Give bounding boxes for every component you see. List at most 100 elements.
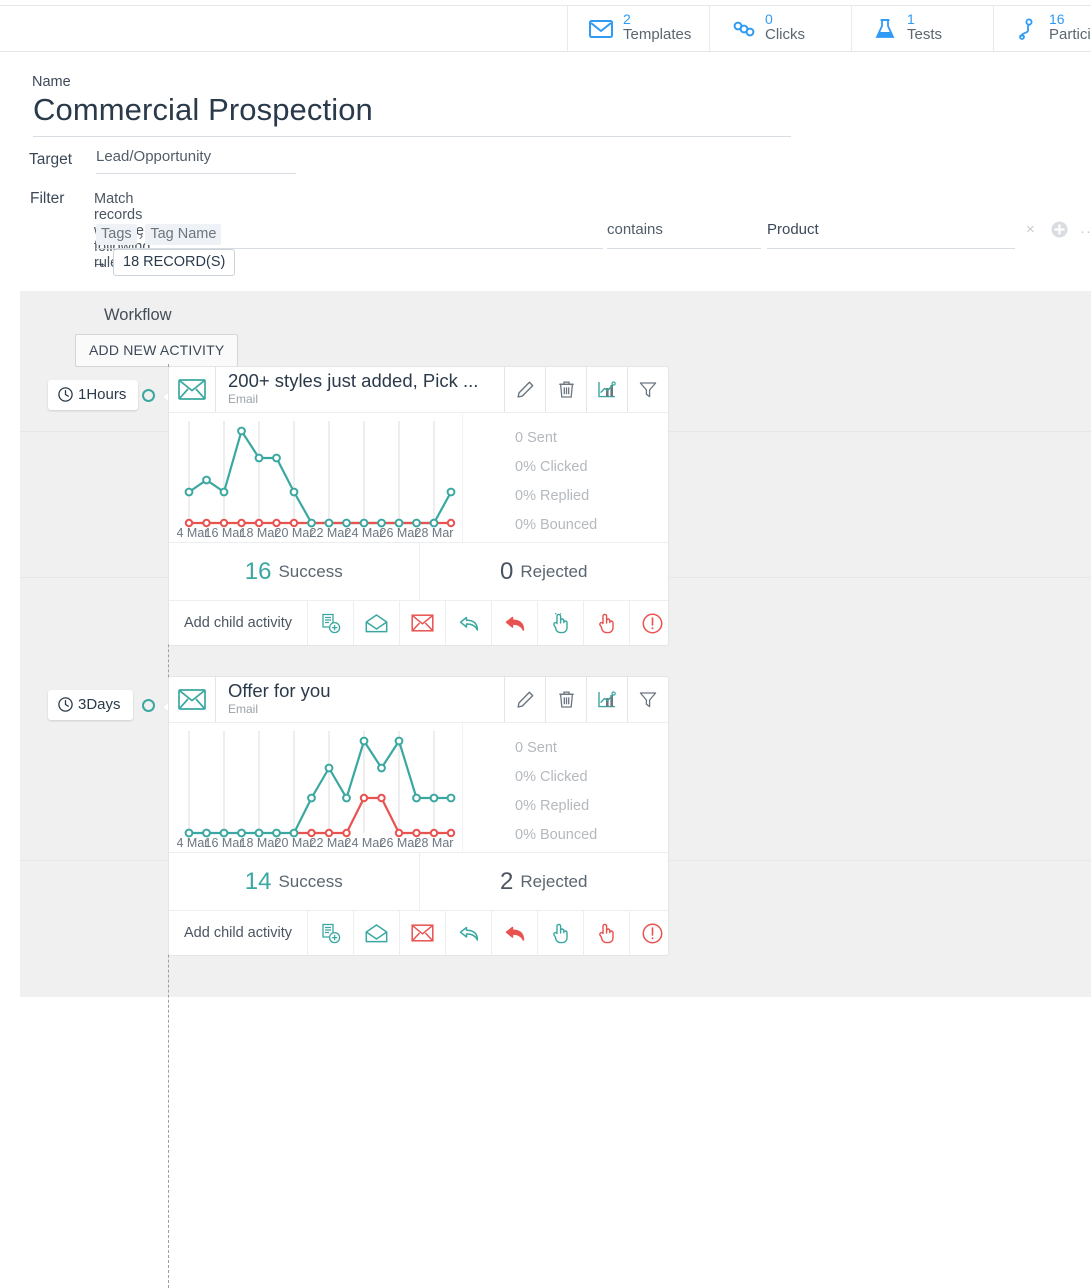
activity-kpi-row: 14 Success 2 Rejected [169, 852, 668, 910]
add-document-icon[interactable] [307, 911, 353, 955]
activity-subtitle: Email [228, 702, 259, 717]
workflow-panel: Workflow ADD NEW ACTIVITY 1Hours 200+ st… [20, 291, 1091, 1288]
report-icon[interactable] [586, 367, 627, 412]
stat-clicks[interactable]: 0 Clicks [710, 6, 852, 51]
stat-clicked: 0% Clicked [515, 769, 588, 785]
activity-card-body: 14 Mar16 Mar 18 Mar20 Mar 22 Mar24 Mar 2… [169, 412, 668, 542]
svg-text:22 Mar: 22 Mar [310, 836, 349, 850]
activity-tools-row: Add child activity [169, 910, 668, 955]
report-icon[interactable] [586, 677, 627, 722]
kpi-success: 14 Success [169, 853, 419, 910]
plus-circle-icon[interactable] [1051, 221, 1068, 238]
rule-chip-tagname[interactable]: Tag Name [145, 223, 222, 246]
filter-label: Filter [30, 190, 65, 207]
stat-bounced: 0% Bounced [515, 517, 598, 533]
mail-opened-icon[interactable] [353, 601, 399, 645]
stat-label: Particip [1049, 25, 1091, 43]
reply-icon[interactable] [445, 601, 491, 645]
stat-tests[interactable]: 1 Tests [852, 6, 994, 51]
svg-text:24 Mar: 24 Mar [345, 526, 384, 540]
campaign-name-field[interactable]: Commercial Prospection [33, 92, 791, 137]
click-red-icon[interactable] [583, 911, 629, 955]
workflow-node-dot[interactable] [142, 699, 155, 712]
rule-field-selector[interactable]: Tags › Tag Name [96, 221, 603, 249]
click-red-icon[interactable] [583, 601, 629, 645]
activity-delay-badge[interactable]: 1Hours [48, 380, 139, 410]
rule-chip-tags[interactable]: Tags [96, 223, 137, 246]
reply-red-icon[interactable] [491, 601, 537, 645]
kpi-rejected: 0 Rejected [418, 543, 669, 600]
svg-text:18 Mar: 18 Mar [240, 526, 279, 540]
rule-value-field[interactable]: Product [767, 221, 1015, 249]
activity-title-group: Offer for you Email [216, 677, 504, 722]
click-icon[interactable] [537, 911, 583, 955]
stat-label: Clicks [765, 25, 805, 43]
target-label: Target [29, 151, 73, 168]
mail-closed-icon[interactable] [399, 911, 445, 955]
records-badge[interactable]: 18 RECORD(S) [113, 249, 236, 276]
kpi-rejected: 2 Rejected [418, 853, 669, 910]
trash-icon[interactable] [545, 677, 586, 722]
stat-sent: 0 Sent [515, 430, 557, 446]
edit-icon[interactable] [504, 677, 545, 722]
filter-icon[interactable] [627, 677, 668, 722]
reply-icon[interactable] [445, 911, 491, 955]
workflow-node-dot[interactable] [142, 389, 155, 402]
kpi-success-label: Success [278, 561, 343, 581]
activity-stats: 0 Sent 0% Clicked 0% Replied 0% Bounced [462, 723, 668, 852]
activity-stats: 0 Sent 0% Clicked 0% Replied 0% Bounced [462, 413, 668, 542]
add-document-icon[interactable] [307, 601, 353, 645]
alert-icon[interactable] [629, 911, 675, 955]
stat-value: 1 [907, 11, 915, 28]
click-icon[interactable] [537, 601, 583, 645]
svg-text:26 Mar: 26 Mar [380, 836, 419, 850]
delay-text: 3Days [78, 696, 121, 713]
remove-rule-icon[interactable]: × [1026, 221, 1035, 238]
envelope-icon [169, 367, 216, 412]
activity-card: Offer for you Email 4 Mar 16 Mar 18 Mar … [168, 676, 669, 956]
mail-closed-icon[interactable] [399, 601, 445, 645]
filter-icon[interactable] [627, 367, 668, 412]
chart-svg-0: 14 Mar16 Mar 18 Mar20 Mar 22 Mar24 Mar 2… [177, 421, 456, 540]
kpi-success-label: Success [278, 871, 343, 891]
svg-text:28 Mar: 28 Mar [415, 836, 454, 850]
activity-delay-badge[interactable]: 3Days [48, 690, 133, 720]
stat-bounced: 0% Bounced [515, 827, 598, 843]
reply-red-icon[interactable] [491, 911, 537, 955]
activity-chart: 14 Mar16 Mar 18 Mar20 Mar 22 Mar24 Mar 2… [169, 413, 462, 542]
rule-operator-field[interactable]: contains [607, 221, 761, 249]
svg-text:20 Mar: 20 Mar [275, 526, 314, 540]
activity-card-header: Offer for you Email [169, 677, 668, 722]
kpi-rejected-value: 2 [500, 867, 514, 895]
activity-title: Offer for you [228, 680, 331, 701]
svg-text:26 Mar: 26 Mar [380, 526, 419, 540]
stat-sent: 0 Sent [515, 740, 557, 756]
stat-label: Tests [907, 25, 943, 43]
chart-svg-1: 14 Mar16 Mar 18 Mar20 Mar 22 Mar24 Mar 2… [177, 731, 456, 850]
topbar-spacer [0, 6, 568, 51]
trash-icon[interactable] [545, 367, 586, 412]
stat-participants[interactable]: 16 Particip [994, 6, 1091, 51]
activity-block: 3Days Offer for you Email 4 Mar 16 Mar 1… [20, 676, 1091, 961]
arrow-right-icon: → [92, 254, 107, 271]
alert-icon[interactable] [629, 601, 675, 645]
stat-replied: 0% Replied [515, 798, 590, 814]
add-child-activity-label: Add child activity [184, 615, 292, 631]
target-field[interactable]: Lead/Opportunity [96, 148, 296, 174]
activity-block: 1Hours 200+ styles just added, Pick ... … [20, 366, 1091, 651]
chevron-right-icon: › [138, 226, 144, 243]
kpi-success: 16 Success [169, 543, 419, 600]
kpi-success-value: 14 [244, 867, 272, 895]
kpi-rejected-label: Rejected [520, 561, 588, 581]
kpi-rejected-value: 0 [500, 557, 514, 585]
activity-card-body: 14 Mar16 Mar 18 Mar20 Mar 22 Mar24 Mar 2… [169, 722, 668, 852]
activity-tools-row: Add child activity [169, 600, 668, 645]
activity-kpi-row: 16 Success 0 Rejected [169, 542, 668, 600]
more-options-icon[interactable]: ··· [1080, 223, 1091, 240]
add-new-activity-button[interactable]: ADD NEW ACTIVITY [75, 334, 239, 367]
edit-icon[interactable] [504, 367, 545, 412]
mail-opened-icon[interactable] [353, 911, 399, 955]
activity-subtitle: Email [228, 392, 259, 407]
stat-templates[interactable]: 2 Templates [568, 6, 710, 51]
clock-icon [58, 387, 73, 402]
